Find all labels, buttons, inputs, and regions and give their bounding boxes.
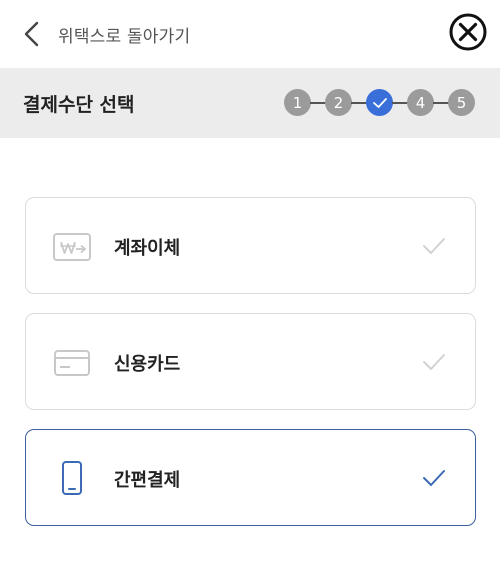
check-icon [372,97,387,108]
step-5: 5 [448,89,475,116]
check-icon [423,238,445,254]
check-icon [423,470,445,486]
step-connector [392,102,408,104]
credit-card-icon [54,350,90,376]
check-icon [423,354,445,370]
step-connector [433,102,449,104]
won-transfer-icon [53,233,91,261]
step-connector [310,102,326,104]
chevron-left-icon [24,21,39,47]
payment-option-credit-card[interactable]: 신용카드 [25,313,476,410]
step-connector [351,102,367,104]
step-4: 4 [407,89,434,116]
close-button[interactable] [448,12,488,52]
page-title: 결제수단 선택 [23,94,135,116]
top-bar: 위택스로 돌아가기 [0,0,500,68]
mobile-phone-icon [62,461,82,495]
close-icon [449,13,487,51]
payment-option-easy-pay[interactable]: 간편결제 [25,429,476,526]
payment-option-label: 신용카드 [114,354,181,375]
step-3-current [366,89,393,116]
step-2: 2 [325,89,352,116]
step-1: 1 [284,89,311,116]
payment-option-bank-transfer[interactable]: 계좌이체 [25,197,476,294]
back-label: 위택스로 돌아가기 [58,26,191,47]
back-button[interactable]: 위택스로 돌아가기 [22,20,190,48]
payment-option-label: 계좌이체 [114,238,181,259]
payment-option-label: 간편결제 [114,470,181,491]
